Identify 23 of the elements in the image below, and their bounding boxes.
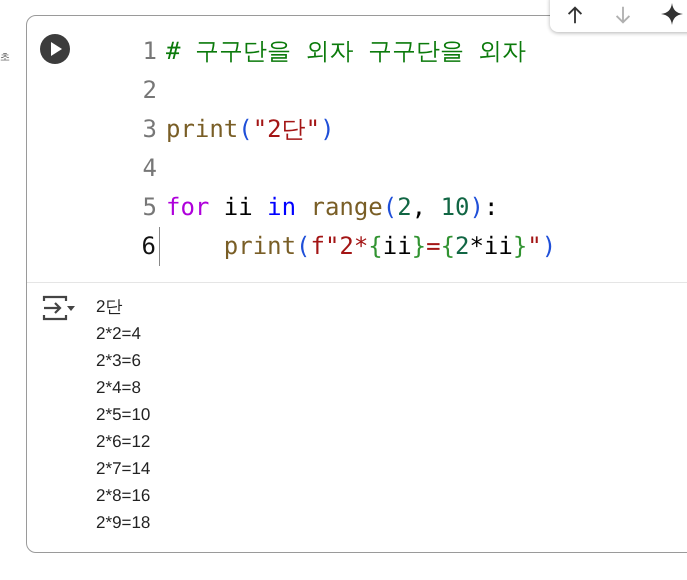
code-line: print(f"2*{ii}={2*ii}") [222,231,556,262]
code-line: for ii in range(2, 10): [165,192,498,223]
output-line: 2단 [96,296,124,318]
run-button[interactable] [40,34,70,64]
sparkle-icon[interactable] [660,2,684,26]
line-number: 6 [82,227,160,266]
output-line: 2*7=14 [96,458,150,480]
output-line: 2*4=8 [96,377,142,399]
code-line: print("2단") [165,114,335,145]
output-line: 2*2=4 [96,323,142,345]
line-number: 3 [142,114,158,145]
line-number: 2 [142,75,158,106]
line-number: 4 [142,153,158,184]
line-number: 5 [142,192,158,223]
output-line: 2*9=18 [96,512,150,534]
output-line: 2*5=10 [96,404,150,426]
code-line: # 구구단을 외자 구구단을 외자 [165,36,526,67]
line-number: 1 [142,36,158,67]
output-line: 2*8=16 [96,485,150,507]
side-label: 초 [0,51,10,65]
output-toggle-icon[interactable] [42,295,76,321]
output-line: 2*3=6 [96,350,142,372]
output-line: 2*6=12 [96,431,150,453]
